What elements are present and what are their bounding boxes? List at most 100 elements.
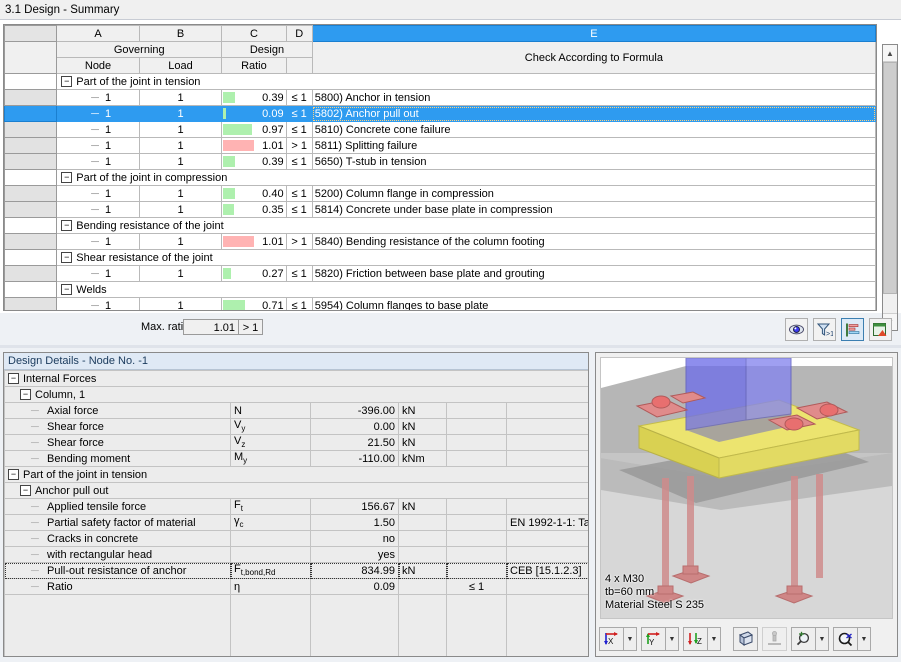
design-ratio-cell[interactable]: 0.71 bbox=[221, 297, 287, 310]
governing-load-cell[interactable]: 1 bbox=[138, 297, 223, 310]
details-row[interactable]: ─ Cracks in concrete no bbox=[4, 530, 588, 547]
detail-name-cell[interactable]: ─ Bending moment bbox=[4, 450, 231, 467]
detail-value-cell[interactable]: 0.09 bbox=[310, 578, 399, 595]
row-header-cell[interactable] bbox=[4, 217, 58, 234]
table-row[interactable]: ─ 1 1 0.97 ≤ 1 5810) Concrete cone failure bbox=[4, 121, 876, 138]
row-header-cell[interactable] bbox=[4, 185, 58, 202]
governing-node-cell[interactable]: ─ 1 bbox=[56, 185, 140, 202]
check-formula-cell[interactable]: 5840) Bending resistance of the column f… bbox=[311, 233, 876, 250]
row-header-cell[interactable] bbox=[4, 137, 58, 154]
row-header-cell[interactable] bbox=[4, 233, 58, 250]
check-formula-cell[interactable]: 5811) Splitting failure bbox=[311, 137, 876, 154]
scroll-up-icon[interactable]: ▲ bbox=[883, 45, 897, 62]
detail-value-cell[interactable]: 834.99 bbox=[310, 562, 399, 579]
table-row[interactable]: ─ 1 1 0.39 ≤ 1 5800) Anchor in tension bbox=[4, 89, 876, 106]
row-header-cell[interactable] bbox=[4, 249, 58, 266]
table-row[interactable]: ─ 1 1 1.01 > 1 5811) Splitting failure bbox=[4, 137, 876, 154]
details-row[interactable]: ─ Shear force Vz 21.50 kN bbox=[4, 434, 588, 451]
details-row[interactable]: ─ Applied tensile force Ft 156.67 kN bbox=[4, 498, 588, 515]
detail-name-cell[interactable]: ─ Axial force bbox=[4, 402, 231, 419]
view-in-x-dropdown[interactable]: ▼ bbox=[624, 627, 637, 651]
detail-value-cell[interactable]: yes bbox=[310, 546, 399, 563]
check-formula-cell[interactable]: 5650) T-stub in tension bbox=[311, 153, 876, 170]
details-row[interactable]: ─ with rectangular head yes bbox=[4, 546, 588, 563]
ratio-comparison-cell[interactable]: ≤ 1 bbox=[285, 185, 313, 202]
design-ratio-cell[interactable]: 1.01 bbox=[221, 137, 287, 154]
detail-name-cell[interactable]: ─ Partial safety factor of material bbox=[4, 514, 231, 531]
governing-load-cell[interactable]: 1 bbox=[138, 265, 223, 282]
row-header-cell[interactable] bbox=[4, 153, 58, 170]
detail-value-cell[interactable]: -110.00 bbox=[310, 450, 399, 467]
design-ratio-cell[interactable]: 0.09 bbox=[221, 105, 287, 122]
detail-name-cell[interactable]: ─ Shear force bbox=[4, 418, 231, 435]
group-row[interactable]: − Part of the joint in tension bbox=[4, 73, 876, 90]
ratio-comparison-cell[interactable]: ≤ 1 bbox=[285, 201, 313, 218]
collapse-expander-icon[interactable]: − bbox=[61, 220, 73, 231]
ratio-comparison-cell[interactable]: ≤ 1 bbox=[285, 153, 313, 170]
horizontal-splitter[interactable] bbox=[0, 345, 901, 348]
collapse-expander-icon[interactable]: − bbox=[8, 373, 19, 384]
check-formula-cell[interactable]: 5954) Column flanges to base plate bbox=[311, 297, 876, 310]
details-group-row[interactable]: − Internal Forces bbox=[4, 370, 588, 387]
design-ratio-cell[interactable]: 0.39 bbox=[221, 153, 287, 170]
table-row[interactable]: ─ 1 1 0.71 ≤ 1 5954) Column flanges to base p… bbox=[4, 297, 876, 310]
design-ratio-cell[interactable]: 0.27 bbox=[221, 265, 287, 282]
governing-load-cell[interactable]: 1 bbox=[138, 185, 223, 202]
column-header-d[interactable]: D bbox=[285, 25, 313, 42]
details-row[interactable]: ─ Shear force Vy 0.00 kN bbox=[4, 418, 588, 435]
governing-node-cell[interactable]: ─ 1 bbox=[56, 265, 140, 282]
governing-load-cell[interactable]: 1 bbox=[138, 105, 223, 122]
view-in-y-button[interactable]: Y bbox=[641, 627, 666, 651]
check-formula-cell[interactable]: 5814) Concrete under base plate in compr… bbox=[311, 201, 876, 218]
group-row[interactable]: − Welds bbox=[4, 281, 876, 298]
group-row[interactable]: − Part of the joint in compression bbox=[4, 169, 876, 186]
check-formula-cell[interactable]: 5820) Friction between base plate and gr… bbox=[311, 265, 876, 282]
filter-ratio-button[interactable]: >1 bbox=[813, 318, 836, 341]
table-row[interactable]: ─ 1 1 0.27 ≤ 1 5820) Friction between base pl… bbox=[4, 265, 876, 282]
detail-value-cell[interactable]: 156.67 bbox=[310, 498, 399, 515]
row-header-cell[interactable] bbox=[4, 73, 58, 90]
check-formula-cell[interactable]: 5802) Anchor pull out bbox=[311, 105, 876, 122]
detail-name-cell[interactable]: ─ with rectangular head bbox=[4, 546, 231, 563]
table-row[interactable]: ─ 1 1 0.40 ≤ 1 5200) Column flange in compres… bbox=[4, 185, 876, 202]
governing-node-cell[interactable]: ─ 1 bbox=[56, 137, 140, 154]
zoom-in-dropdown[interactable]: ▼ bbox=[816, 627, 829, 651]
group-row[interactable]: − Bending resistance of the joint bbox=[4, 217, 876, 234]
view-in-z-button[interactable]: Z bbox=[683, 627, 708, 651]
result-diagram-button[interactable] bbox=[841, 318, 864, 341]
governing-load-cell[interactable]: 1 bbox=[138, 89, 223, 106]
table-row[interactable]: ─ 1 1 0.39 ≤ 1 5650) T-stub in tension bbox=[4, 153, 876, 170]
scrollbar-thumb[interactable] bbox=[883, 62, 897, 294]
check-formula-cell[interactable]: 5200) Column flange in compression bbox=[311, 185, 876, 202]
design-ratio-cell[interactable]: 0.97 bbox=[221, 121, 287, 138]
governing-load-cell[interactable]: 1 bbox=[138, 201, 223, 218]
details-row[interactable]: ─ Bending moment My -110.00 kNm bbox=[4, 450, 588, 467]
table-row[interactable]: ─ 1 1 0.35 ≤ 1 5814) Concrete under base plat… bbox=[4, 201, 876, 218]
details-group-row[interactable]: − Column, 1 bbox=[4, 386, 588, 403]
column-header-c[interactable]: C bbox=[221, 25, 287, 42]
governing-node-cell[interactable]: ─ 1 bbox=[56, 121, 140, 138]
details-row[interactable]: ─ Ratio η 0.09 ≤ 1 bbox=[4, 578, 588, 595]
zoom-reset-button[interactable] bbox=[833, 627, 858, 651]
governing-node-cell[interactable]: ─ 1 bbox=[56, 105, 140, 122]
row-header-cell[interactable] bbox=[4, 201, 58, 218]
row-header-cell[interactable] bbox=[4, 169, 58, 186]
details-row[interactable]: ─ Pull-out resistance of anchor Ft,bond,Rd… bbox=[4, 562, 588, 579]
summary-grid[interactable]: A B C D E Governing Design Check According to F… bbox=[3, 24, 877, 311]
governing-node-cell[interactable]: ─ 1 bbox=[56, 233, 140, 250]
view-mode-button[interactable] bbox=[785, 318, 808, 341]
collapse-expander-icon[interactable]: − bbox=[61, 252, 73, 263]
export-excel-button[interactable] bbox=[869, 318, 892, 341]
governing-node-cell[interactable]: ─ 1 bbox=[56, 89, 140, 106]
governing-node-cell[interactable]: ─ 1 bbox=[56, 297, 140, 310]
detail-value-cell[interactable]: no bbox=[310, 530, 399, 547]
table-row[interactable]: ─ 1 1 0.09 ≤ 1 5802) Anchor pull out bbox=[4, 105, 876, 122]
check-formula-cell[interactable]: 5810) Concrete cone failure bbox=[311, 121, 876, 138]
table-row[interactable]: ─ 1 1 1.01 > 1 5840) Bending resistance of th… bbox=[4, 233, 876, 250]
view-in-y-dropdown[interactable]: ▼ bbox=[666, 627, 679, 651]
row-header-cell[interactable] bbox=[4, 121, 58, 138]
group-row[interactable]: − Shear resistance of the joint bbox=[4, 249, 876, 266]
ratio-comparison-cell[interactable]: ≤ 1 bbox=[285, 297, 313, 310]
design-ratio-cell[interactable]: 0.40 bbox=[221, 185, 287, 202]
detail-value-cell[interactable]: 1.50 bbox=[310, 514, 399, 531]
